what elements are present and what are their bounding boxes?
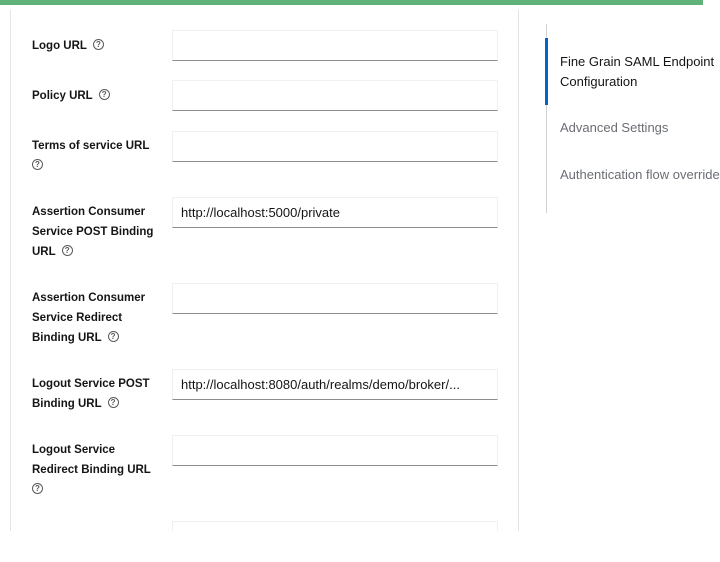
active-link-indicator [545, 38, 548, 105]
policy-url-input[interactable] [172, 80, 498, 111]
terms-of-service-url-input[interactable] [172, 131, 498, 162]
jump-link-fine-grain-saml[interactable]: Fine Grain SAML Endpoint Configuration [560, 52, 720, 92]
acs-redirect-binding-url-input[interactable] [172, 283, 498, 314]
field-label-logo-url: Logo URL? [32, 36, 162, 56]
field-label-acs-redirect-binding: Assertion Consumer Service Redirect Bind… [32, 292, 146, 344]
field-label-logout-redirect-binding: Logout Service Redirect Binding URL? [32, 444, 151, 495]
next-field-input[interactable] [172, 521, 498, 531]
help-icon[interactable]: ? [107, 331, 119, 343]
logout-redirect-binding-url-input[interactable] [172, 435, 498, 466]
logo-url-input[interactable] [172, 30, 498, 61]
jump-links-nav: Fine Grain SAML Endpoint Configuration A… [545, 24, 720, 213]
endpoint-form: Logo URL? Policy URL? Terms of service U… [10, 10, 519, 531]
jump-link-label-line2: Configuration [560, 74, 638, 89]
help-icon[interactable]: ? [98, 89, 110, 101]
jump-link-authentication-flow-overrides[interactable]: Authentication flow overrides [560, 165, 720, 185]
help-icon[interactable]: ? [32, 483, 43, 495]
help-icon[interactable]: ? [92, 39, 104, 51]
help-icon[interactable]: ? [32, 159, 43, 171]
jump-link-advanced-settings[interactable]: Advanced Settings [560, 118, 720, 138]
top-accent-bar [0, 0, 703, 5]
acs-post-binding-url-input[interactable] [172, 197, 498, 228]
jump-link-label-line1: Fine Grain SAML Endpoint [560, 54, 715, 69]
help-icon[interactable]: ? [107, 397, 119, 409]
field-label-acs-post-binding: Assertion Consumer Service POST Binding … [32, 206, 154, 258]
field-label-logout-post-binding: Logout Service POST Binding URL? [32, 378, 150, 410]
field-label-policy-url: Policy URL? [32, 86, 162, 106]
logout-post-binding-url-input[interactable] [172, 369, 498, 400]
field-label-terms-url: Terms of service URL? [32, 140, 150, 171]
help-icon[interactable]: ? [61, 245, 73, 257]
